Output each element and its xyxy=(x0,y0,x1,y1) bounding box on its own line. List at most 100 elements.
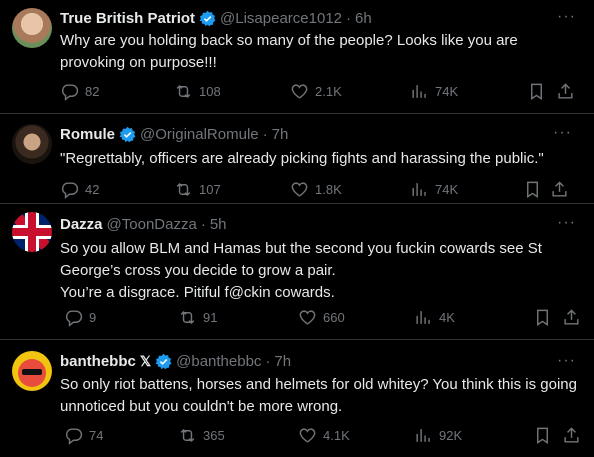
heart-icon xyxy=(299,310,316,325)
analytics-icon xyxy=(416,429,430,442)
bookmark-button[interactable] xyxy=(527,82,546,106)
analytics-icon xyxy=(412,85,426,98)
repost-button[interactable]: 108 xyxy=(174,82,221,101)
views-button[interactable]: 4K xyxy=(414,308,455,327)
display-name[interactable]: Dazza xyxy=(60,216,103,233)
tweet-text: Why are you holding back so many of the … xyxy=(60,32,518,71)
repost-button[interactable]: 365 xyxy=(178,426,225,445)
tweet-text: So you allow BLM and Hamas but the secon… xyxy=(60,240,542,301)
repost-button[interactable]: 91 xyxy=(178,308,217,327)
tweet[interactable]: Romule @OriginalRomule · 7h ··· "Regrett… xyxy=(0,114,582,203)
reply-count: 9 xyxy=(89,310,97,325)
heart-icon xyxy=(299,428,316,443)
repost-icon xyxy=(180,428,195,443)
repost-count: 91 xyxy=(203,310,218,325)
heart-icon xyxy=(291,84,308,99)
like-count: 660 xyxy=(323,310,345,325)
like-button[interactable]: 4.1K xyxy=(298,426,350,445)
bookmark-icon xyxy=(537,309,548,326)
reply-button[interactable]: 9 xyxy=(64,308,96,327)
separator-dot: · xyxy=(346,10,352,27)
user-handle[interactable]: @OriginalRomule xyxy=(140,126,259,143)
view-count: 4K xyxy=(439,310,455,325)
more-options-icon[interactable]: ··· xyxy=(557,352,576,370)
like-button[interactable]: 660 xyxy=(298,308,345,327)
repost-icon xyxy=(176,182,191,197)
share-button[interactable] xyxy=(550,180,569,204)
bookmark-icon xyxy=(537,427,548,444)
share-button[interactable] xyxy=(562,426,581,450)
separator-dot: · xyxy=(200,216,206,233)
x-logo-icon: 𝕏 xyxy=(139,353,152,369)
display-name[interactable]: banthebbc xyxy=(60,353,136,370)
repost-button[interactable]: 107 xyxy=(174,180,221,199)
reply-button[interactable]: 74 xyxy=(64,426,103,445)
reply-icon xyxy=(61,84,79,101)
bookmark-button[interactable] xyxy=(523,180,542,204)
reply-count: 74 xyxy=(89,428,104,443)
display-name[interactable]: True British Patriot xyxy=(60,10,195,27)
reply-count: 82 xyxy=(85,84,100,99)
timestamp[interactable]: 5h xyxy=(210,216,227,233)
user-handle[interactable]: @Lisapearce1012 xyxy=(220,10,342,27)
user-handle[interactable]: @banthebbc xyxy=(176,353,261,370)
reply-button[interactable]: 82 xyxy=(60,82,99,101)
separator-dot: · xyxy=(262,126,268,143)
repost-count: 365 xyxy=(203,428,225,443)
views-button[interactable]: 74K xyxy=(410,180,458,199)
display-name[interactable]: Romule xyxy=(60,126,115,143)
reply-icon xyxy=(65,428,83,445)
like-button[interactable]: 1.8K xyxy=(290,180,342,199)
view-count: 74K xyxy=(435,84,459,99)
share-button[interactable] xyxy=(562,308,581,332)
repost-count: 107 xyxy=(199,182,221,197)
view-count: 92K xyxy=(439,428,463,443)
like-button[interactable]: 2.1K xyxy=(290,82,342,101)
verified-icon xyxy=(199,10,216,27)
analytics-icon xyxy=(416,311,430,324)
share-icon xyxy=(552,181,567,197)
share-icon xyxy=(564,427,579,443)
bookmark-button[interactable] xyxy=(533,426,552,450)
repost-count: 108 xyxy=(199,84,221,99)
user-handle[interactable]: @ToonDazza xyxy=(107,216,197,233)
repost-icon xyxy=(180,310,195,325)
timestamp[interactable]: 6h xyxy=(355,10,372,27)
bookmark-button[interactable] xyxy=(533,308,552,332)
share-button[interactable] xyxy=(556,82,575,106)
verified-icon xyxy=(119,126,136,143)
bookmark-icon xyxy=(527,181,538,198)
avatar[interactable] xyxy=(12,8,52,48)
tweet-text: So only riot battens, horses and helmets… xyxy=(60,376,577,415)
avatar[interactable] xyxy=(12,212,52,252)
reply-count: 42 xyxy=(85,182,100,197)
view-count: 74K xyxy=(435,182,459,197)
separator-dot: · xyxy=(265,353,271,370)
avatar[interactable] xyxy=(12,351,52,391)
views-button[interactable]: 92K xyxy=(414,426,462,445)
tweet[interactable]: Dazza @ToonDazza · 5h ··· So you allow B… xyxy=(0,204,594,339)
analytics-icon xyxy=(412,183,426,196)
timestamp[interactable]: 7h xyxy=(274,353,291,370)
heart-icon xyxy=(291,182,308,197)
bookmark-icon xyxy=(531,83,542,100)
like-count: 1.8K xyxy=(315,182,342,197)
tweet-text: "Regrettably, officers are already picki… xyxy=(60,150,544,167)
reply-icon xyxy=(65,310,83,327)
more-options-icon[interactable]: ··· xyxy=(557,8,576,26)
reply-button[interactable]: 42 xyxy=(60,180,99,199)
avatar[interactable] xyxy=(12,124,52,164)
tweet[interactable]: True British Patriot @Lisapearce1012 · 6… xyxy=(0,0,594,113)
tweet[interactable]: banthebbc 𝕏 @banthebbc · 7h ··· So only … xyxy=(0,340,594,457)
like-count: 4.1K xyxy=(323,428,350,443)
views-button[interactable]: 74K xyxy=(410,82,458,101)
repost-icon xyxy=(176,84,191,99)
verified-icon xyxy=(155,353,172,370)
share-icon xyxy=(558,83,573,99)
like-count: 2.1K xyxy=(315,84,342,99)
reply-icon xyxy=(61,182,79,199)
more-options-icon[interactable]: ··· xyxy=(553,124,572,142)
share-icon xyxy=(564,309,579,325)
timestamp[interactable]: 7h xyxy=(272,126,289,143)
more-options-icon[interactable]: ··· xyxy=(557,214,576,232)
